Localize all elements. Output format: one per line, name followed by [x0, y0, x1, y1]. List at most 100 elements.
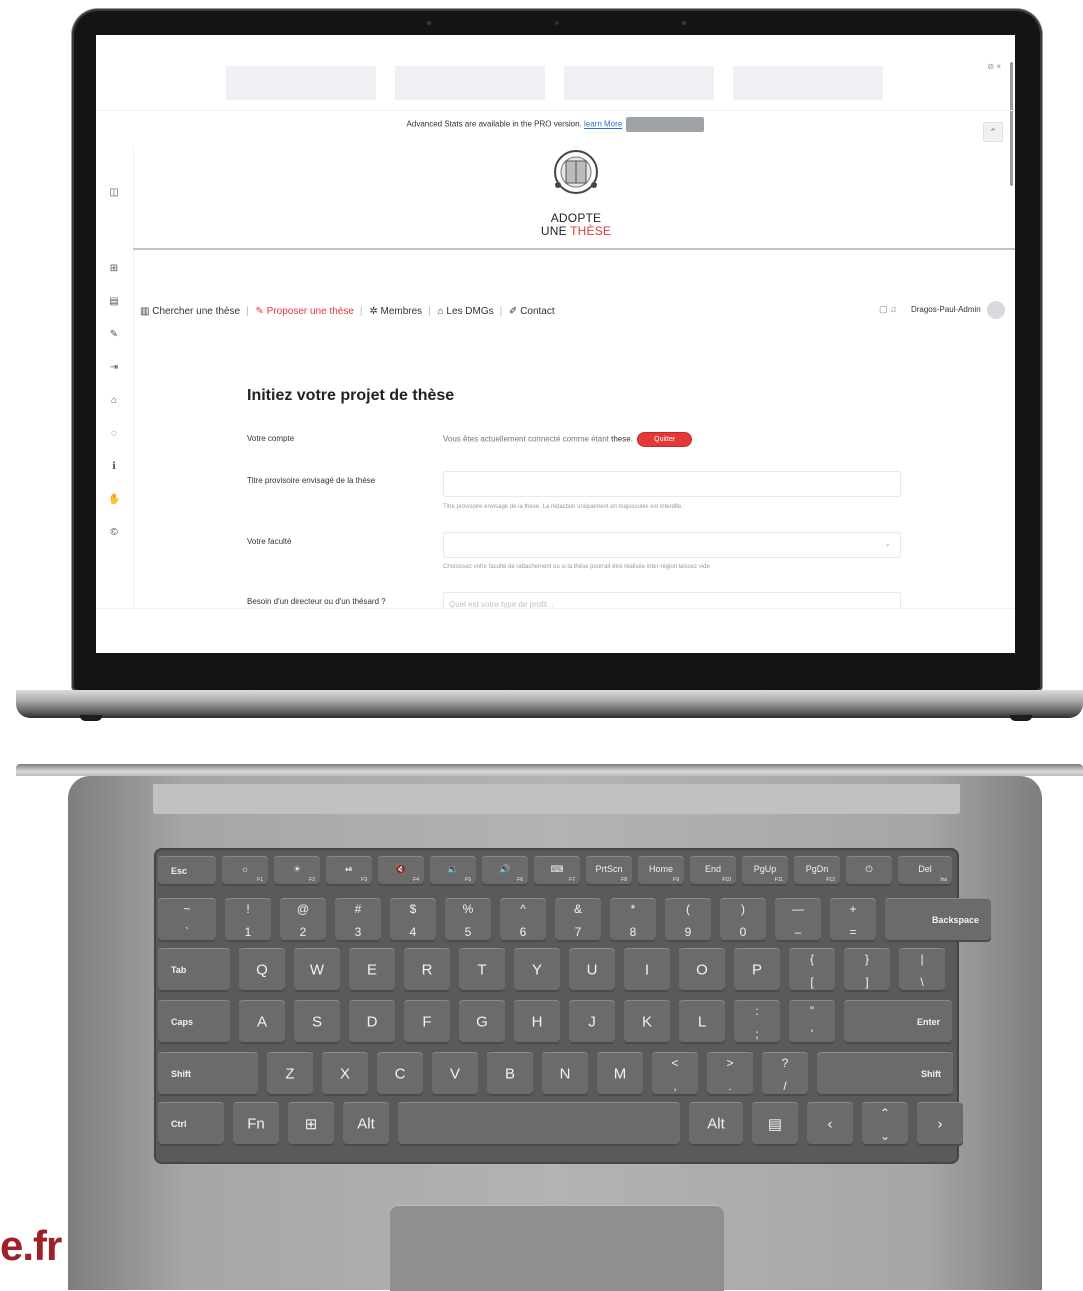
o-key[interactable]: O — [679, 948, 725, 992]
9-key[interactable]: (9 — [665, 898, 711, 942]
symbol-key[interactable]: >. — [707, 1052, 753, 1096]
nav-item-proposer[interactable]: ✎ Proposer une thèse — [255, 306, 353, 317]
quit-button[interactable]: Quitter — [638, 433, 692, 446]
power-key[interactable]: ⏻ — [846, 856, 892, 886]
h-key[interactable]: H — [514, 1000, 560, 1044]
n-key[interactable]: N — [542, 1052, 588, 1096]
copyright-icon[interactable]: © — [108, 527, 120, 539]
backspace-key[interactable]: Backspace — [885, 898, 991, 942]
g-key[interactable]: G — [459, 1000, 505, 1044]
touchpad[interactable] — [390, 1205, 724, 1291]
symbol-key[interactable]: ? / — [762, 1052, 808, 1096]
plus-square-icon[interactable]: ⊞ — [108, 263, 120, 275]
prtscn-key[interactable]: PrtScn F8 — [586, 856, 632, 886]
6-key[interactable]: ^ 6 — [500, 898, 546, 942]
symbol-key[interactable]: | \ — [899, 948, 945, 992]
chat-icon[interactable]: ◌ — [108, 428, 120, 440]
ctrl-key[interactable]: Ctrl — [158, 1102, 224, 1146]
tab-key[interactable]: Tab — [158, 948, 230, 992]
upgrade-button[interactable] — [626, 117, 705, 132]
help-close-icons[interactable]: ⊘ × — [987, 62, 1001, 71]
3-key[interactable]: #3 — [335, 898, 381, 942]
7-key[interactable]: & 7 — [555, 898, 601, 942]
alt-right-key[interactable]: Alt — [689, 1102, 743, 1146]
user-menu[interactable]: ▢ ♫ Dragos-Paul-Admin — [879, 301, 1005, 319]
u-key[interactable]: U — [569, 948, 615, 992]
a-key[interactable]: A — [239, 1000, 285, 1044]
shift-key[interactable]: Shift — [158, 1052, 258, 1096]
symbol-key[interactable]: — – — [775, 898, 821, 942]
volume-down-key[interactable]: 🔉 F5 — [430, 856, 476, 886]
pgdn-key[interactable]: PgDn F12 — [794, 856, 840, 886]
faculty-select[interactable]: ⌄ — [443, 532, 901, 558]
fn-key[interactable]: Fn — [233, 1102, 279, 1146]
b-key[interactable]: B — [487, 1052, 533, 1096]
arrow-right-key[interactable]: › — [917, 1102, 963, 1146]
import-icon[interactable]: ⇥ — [108, 362, 120, 374]
e-key[interactable]: E — [349, 948, 395, 992]
windows-key[interactable]: ⊞ — [288, 1102, 334, 1146]
p-key[interactable]: P — [734, 948, 780, 992]
hand-icon[interactable]: ✋ — [108, 494, 120, 506]
s-key[interactable]: S — [294, 1000, 340, 1044]
edit-icon[interactable]: ✎ — [108, 329, 120, 341]
d-key[interactable]: D — [349, 1000, 395, 1044]
z-key[interactable]: Z — [267, 1052, 313, 1096]
m-key[interactable]: M — [597, 1052, 643, 1096]
learn-more-link[interactable]: learn More — [584, 120, 622, 129]
5-key[interactable]: % 5 — [445, 898, 491, 942]
message-bell-icons[interactable]: ▢ ♫ — [879, 304, 897, 314]
info-icon[interactable]: ℹ — [108, 461, 120, 473]
symbol-key[interactable]: ~ ` — [158, 898, 216, 942]
symbol-key[interactable]: {[ — [789, 948, 835, 992]
arrow-left-key[interactable]: ‹ — [807, 1102, 853, 1146]
k-key[interactable]: K — [624, 1000, 670, 1044]
4-key[interactable]: $4 — [390, 898, 436, 942]
menu-key[interactable]: ▤ — [752, 1102, 798, 1146]
mute-key[interactable]: 🔇 F4 — [378, 856, 424, 886]
8-key[interactable]: * 8 — [610, 898, 656, 942]
nav-item-dmgs[interactable]: ⌂ Les DMGs — [438, 306, 494, 317]
f-key[interactable]: F — [404, 1000, 450, 1044]
2-key[interactable]: @2 — [280, 898, 326, 942]
i-key[interactable]: I — [624, 948, 670, 992]
play-pause-key[interactable]: ⏯ F3 — [326, 856, 372, 886]
1-key[interactable]: ! 1 — [225, 898, 271, 942]
home-key[interactable]: Home F9 — [638, 856, 684, 886]
j-key[interactable]: J — [569, 1000, 615, 1044]
nav-item-membres[interactable]: ✲ Membres — [369, 306, 422, 317]
collapse-icon[interactable]: ⌃ — [983, 122, 1003, 142]
sidebar-toggle-icon[interactable]: ◫ — [108, 187, 120, 199]
site-logo[interactable]: ADOPTE UNE THÈSE — [536, 147, 616, 238]
pgup-key[interactable]: PgUp F11 — [742, 856, 788, 886]
volume-up-key[interactable]: 🔊 F6 — [482, 856, 528, 886]
brightness-down-key[interactable]: ☼ F1 — [222, 856, 268, 886]
c-key[interactable]: C — [377, 1052, 423, 1096]
space-key[interactable] — [398, 1102, 680, 1146]
enter-key[interactable]: Enter — [844, 1000, 952, 1044]
alt-key[interactable]: Alt — [343, 1102, 389, 1146]
esc-key[interactable]: Esc — [158, 856, 216, 886]
graduation-cap-icon[interactable]: ⌂ — [108, 395, 120, 407]
w-key[interactable]: W — [294, 948, 340, 992]
symbol-key[interactable]: }] — [844, 948, 890, 992]
brightness-up-key[interactable]: ☀ F2 — [274, 856, 320, 886]
arrow-up-down-key[interactable]: ⌃ ⌄ — [862, 1102, 908, 1146]
keyboard-light-key[interactable]: ⌨ F7 — [534, 856, 580, 886]
symbol-key[interactable]: :; — [734, 1000, 780, 1044]
symbol-key[interactable]: <, — [652, 1052, 698, 1096]
0-key[interactable]: ) 0 — [720, 898, 766, 942]
nav-item-chercher[interactable]: ▥ Chercher une thèse — [140, 306, 240, 317]
r-key[interactable]: R — [404, 948, 450, 992]
l-key[interactable]: L — [679, 1000, 725, 1044]
caps-key[interactable]: Caps — [158, 1000, 230, 1044]
symbol-key[interactable]: " ' — [789, 1000, 835, 1044]
v-key[interactable]: V — [432, 1052, 478, 1096]
avatar[interactable] — [987, 301, 1005, 319]
y-key[interactable]: Y — [514, 948, 560, 992]
del-key[interactable]: Del Ins — [898, 856, 952, 886]
x-key[interactable]: X — [322, 1052, 368, 1096]
q-key[interactable]: Q — [239, 948, 285, 992]
document-icon[interactable]: ▤ — [108, 296, 120, 308]
nav-item-contact[interactable]: ✐ Contact — [509, 306, 555, 317]
